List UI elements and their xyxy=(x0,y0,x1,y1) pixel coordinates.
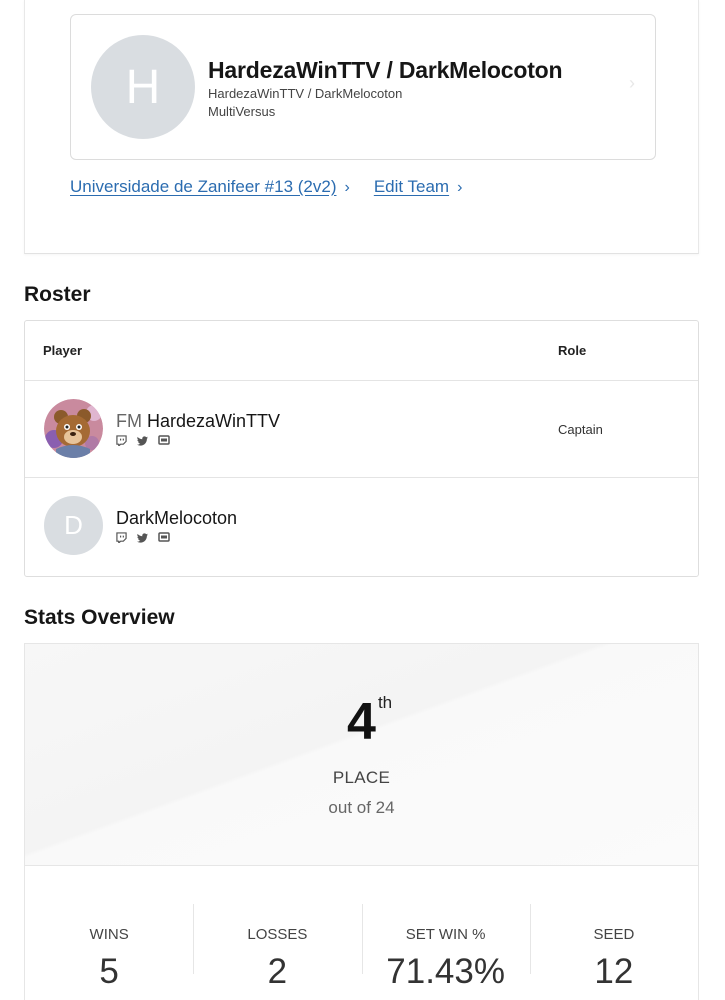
player-avatar[interactable] xyxy=(44,399,103,458)
roster-title: Roster xyxy=(24,283,91,306)
player-avatar[interactable]: D xyxy=(44,496,103,555)
edit-team-link[interactable]: Edit Team xyxy=(374,177,449,196)
twitter-icon[interactable] xyxy=(137,532,148,543)
stats-row: WINS 5 LOSSES 2 SET WIN % 71.43% SEED 12 xyxy=(25,866,698,1000)
discord-icon[interactable] xyxy=(158,435,170,446)
tournament-link[interactable]: Universidade de Zanifeer #13 (2v2) xyxy=(70,177,336,196)
stat-label: WINS xyxy=(89,926,129,943)
stat-value: 5 xyxy=(99,952,119,991)
player-name[interactable]: DarkMelocoton xyxy=(116,508,237,529)
roster-header: Player Role xyxy=(25,321,698,381)
placement-total: out of 24 xyxy=(328,798,395,817)
team-profile-box[interactable]: H HardezaWinTTV / DarkMelocoton HardezaW… xyxy=(70,14,656,160)
stat-value: 2 xyxy=(267,952,288,991)
player-socials xyxy=(116,532,170,543)
stats-overview-card: 4th PLACE out of 24 WINS 5 LOSSES 2 SET … xyxy=(24,643,699,1000)
discord-icon[interactable] xyxy=(158,532,170,543)
stat-set-win-percent: SET WIN % 71.43% xyxy=(361,866,530,1000)
tournament-link-wrap[interactable]: Universidade de Zanifeer #13 (2v2) › xyxy=(70,177,350,197)
bear-character-avatar-image xyxy=(44,399,103,458)
team-summary-card: H HardezaWinTTV / DarkMelocoton HardezaW… xyxy=(24,0,699,254)
team-game: MultiVersus xyxy=(208,104,276,119)
team-name: HardezaWinTTV / DarkMelocoton xyxy=(208,57,563,83)
stat-seed: SEED 12 xyxy=(529,866,698,1000)
team-avatar: H xyxy=(91,35,195,139)
player-prefix: FM xyxy=(116,411,142,431)
chevron-right-icon: › xyxy=(344,179,350,196)
stat-value: 12 xyxy=(594,952,634,991)
player-gamertag: HardezaWinTTV xyxy=(147,411,281,431)
twitter-icon[interactable] xyxy=(137,435,148,446)
roster-table: Player Role FM HardezaWinTTV Captain D D… xyxy=(24,320,699,577)
placement-panel: 4th PLACE out of 24 xyxy=(25,644,698,866)
stat-label: LOSSES xyxy=(247,926,308,943)
stats-title: Stats Overview xyxy=(24,606,175,629)
stat-value: 71.43% xyxy=(386,952,505,991)
stat-label: SET WIN % xyxy=(405,926,486,943)
roster-row[interactable]: D DarkMelocoton xyxy=(25,478,698,575)
player-column-header: Player xyxy=(43,343,83,358)
placement-suffix: th xyxy=(377,693,393,712)
twitch-icon[interactable] xyxy=(116,532,127,543)
roster-row[interactable]: FM HardezaWinTTV Captain xyxy=(25,381,698,478)
stat-wins: WINS 5 xyxy=(25,866,193,1000)
chevron-right-icon: › xyxy=(457,179,463,196)
placement-value: 4 xyxy=(347,693,376,751)
team-subtitle: HardezaWinTTV / DarkMelocoton xyxy=(208,86,403,101)
placement-number: 4th xyxy=(347,693,392,751)
twitch-icon[interactable] xyxy=(116,435,127,446)
player-gamertag: DarkMelocoton xyxy=(116,508,238,528)
player-role: Captain xyxy=(558,422,603,437)
stat-label: SEED xyxy=(593,926,635,943)
chevron-right-icon: › xyxy=(629,73,635,93)
role-column-header: Role xyxy=(558,343,587,358)
edit-team-link-wrap[interactable]: Edit Team › xyxy=(374,177,463,197)
placement-number-wrap: 4th xyxy=(25,693,698,751)
placement-label: PLACE xyxy=(332,768,391,787)
player-socials xyxy=(116,435,170,446)
player-name[interactable]: FM HardezaWinTTV xyxy=(116,411,280,432)
stat-losses: LOSSES 2 xyxy=(193,866,361,1000)
team-links: Universidade de Zanifeer #13 (2v2) › Edit… xyxy=(70,177,462,197)
